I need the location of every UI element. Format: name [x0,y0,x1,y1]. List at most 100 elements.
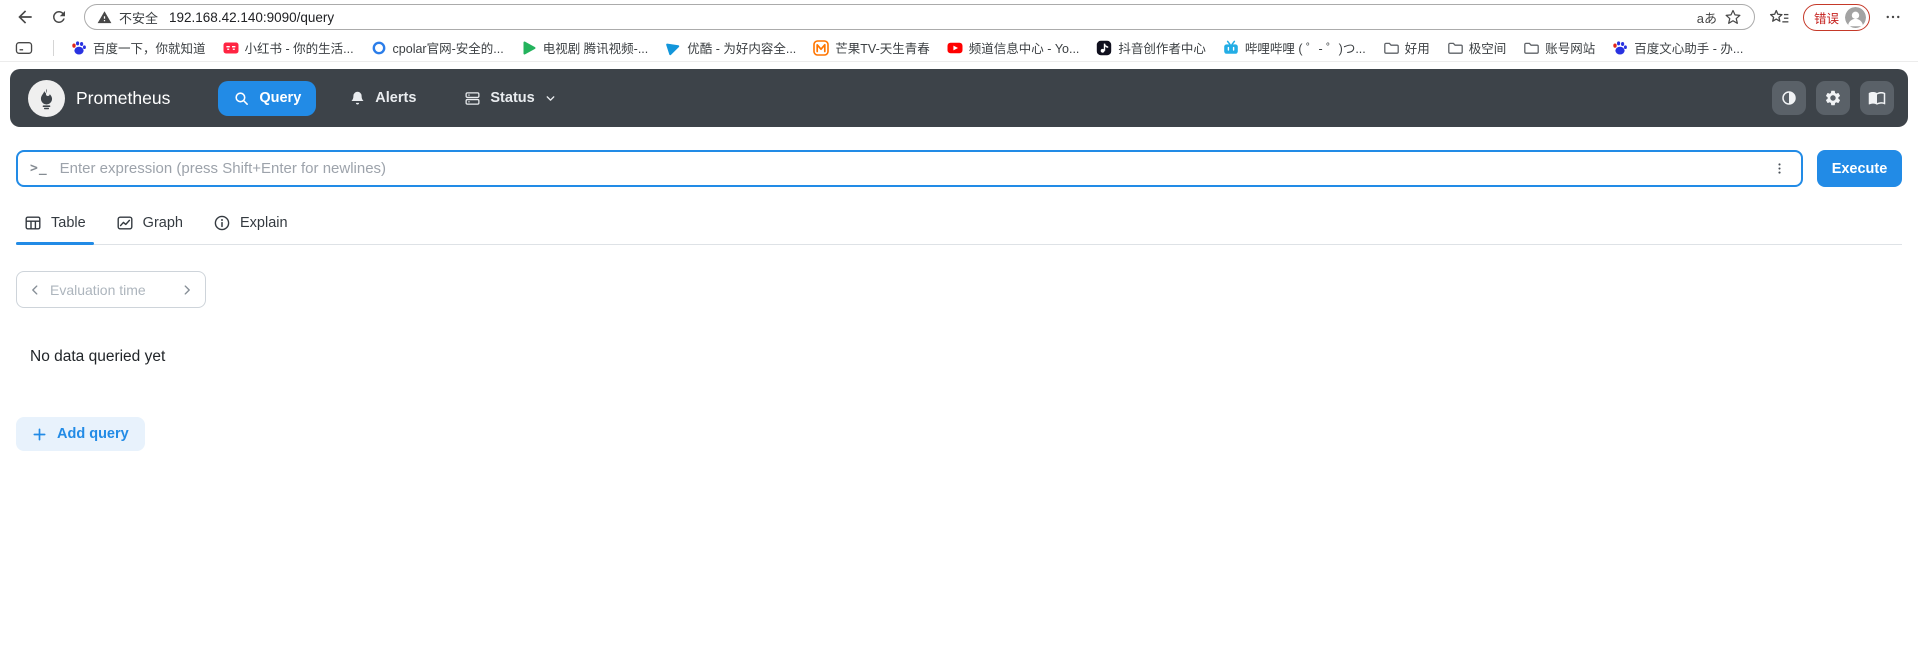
expression-input-wrapper[interactable]: >_ [16,150,1803,187]
bookmark-label: 电视剧 腾讯视频-... [543,38,649,57]
avatar [1845,7,1866,28]
bookmark-label: cpolar官网-安全的... [393,38,504,57]
douyin-note-icon [1096,40,1112,56]
refresh-icon [50,8,68,26]
nav-query-label: Query [259,90,301,106]
docs-button[interactable] [1860,81,1894,115]
bell-icon [349,90,366,107]
security-label: 不安全 [119,8,158,27]
bookmark-item[interactable]: 电视剧 腾讯视频-... [521,38,649,57]
bookmark-item[interactable]: 小红书 - 你的生活... [223,38,354,57]
folder-icon [1447,40,1463,56]
add-query-button[interactable]: Add query [16,417,145,451]
bookmark-label: 百度文心助手 - 办... [1634,38,1743,57]
back-arrow-icon [15,7,35,27]
add-query-label: Add query [57,426,129,442]
translate-icon[interactable]: aあ [1697,8,1717,27]
youku-play-icon [665,40,681,56]
baidu-paw-icon [71,40,87,56]
evaluation-time-back-button[interactable] [28,283,42,297]
bookmark-label: 极空间 [1469,38,1507,57]
tab-explain[interactable]: Explain [205,205,296,244]
bookmark-label: 百度一下，你就知道 [93,38,206,57]
chevron-down-icon [544,92,557,105]
bookmark-item[interactable]: 极空间 [1447,38,1507,57]
chevron-right-icon [180,283,194,297]
bilibili-tv-icon [1223,40,1239,56]
search-icon [233,90,250,107]
evaluation-time-input[interactable] [50,282,172,298]
contrast-icon [1780,89,1798,107]
nav-query[interactable]: Query [218,81,316,116]
favorites-hub-button[interactable] [1765,3,1795,31]
bookmark-item[interactable]: 抖音创作者中心 [1096,38,1206,57]
evaluation-time-picker[interactable] [16,271,206,308]
execute-button[interactable]: Execute [1817,150,1902,187]
nav-alerts[interactable]: Alerts [334,81,431,116]
graph-icon [116,214,134,232]
bookmark-label: 哔哩哔哩 ( ゜- ゜)つ... [1245,38,1366,57]
bookmark-label: 账号网站 [1545,38,1595,57]
browser-window: 不安全 192.168.42.140:9090/query aあ 错误 百度一下… [0,0,1918,646]
terminal-prompt-icon: >_ [30,161,48,176]
bookmark-label: 好用 [1405,38,1430,57]
sidebar-icon [15,40,33,56]
kebab-dots-icon [1772,160,1787,177]
nav-status[interactable]: Status [449,81,571,116]
bookmark-item[interactable]: 哔哩哔哩 ( ゜- ゜)つ... [1223,38,1366,57]
bookmark-item[interactable]: 百度一下，你就知道 [71,38,206,57]
baidu-paw-icon [1612,40,1628,56]
bookmark-item[interactable]: 频道信息中心 - Yo... [947,38,1080,57]
bookmark-item[interactable]: 百度文心助手 - 办... [1612,38,1743,57]
bookmark-label: 优酷 - 为好内容全... [687,38,796,57]
table-icon [24,214,42,232]
evaluation-time-forward-button[interactable] [180,283,194,297]
browser-toolbar: 不安全 192.168.42.140:9090/query aあ 错误 [0,0,1918,34]
settings-button[interactable] [1816,81,1850,115]
tencent-video-play-icon [521,40,537,56]
theme-toggle-button[interactable] [1772,81,1806,115]
tab-bar: Table Graph Explain [16,205,1902,245]
tab-table[interactable]: Table [16,205,94,244]
expression-input[interactable] [60,160,1770,177]
tab-table-label: Table [51,215,86,231]
refresh-button[interactable] [44,3,74,31]
folder-icon [1523,40,1539,56]
bookmark-label: 小红书 - 你的生活... [245,38,354,57]
bookmark-item[interactable]: 好用 [1383,38,1430,57]
favorites-list-icon [1769,7,1790,27]
tab-graph-label: Graph [143,215,183,231]
folder-icon [1383,40,1399,56]
favorite-star-icon[interactable] [1724,8,1742,26]
sidebar-toggle-button[interactable] [12,34,36,62]
mgtv-icon [813,40,829,56]
more-dots-icon [1884,8,1902,26]
navbar-actions [1772,81,1894,115]
prometheus-navbar: Prometheus Query Alerts Status [10,69,1908,127]
cpolar-ring-icon [371,40,387,56]
empty-state-message: No data queried yet [30,348,1918,366]
book-icon [1868,89,1886,107]
tab-graph[interactable]: Graph [108,205,191,244]
gear-icon [1824,89,1842,107]
bookmark-label: 频道信息中心 - Yo... [969,38,1080,57]
profile-button[interactable]: 错误 [1803,4,1870,31]
bookmark-item[interactable]: 优酷 - 为好内容全... [665,38,796,57]
bookmarks-bar: 百度一下，你就知道 小红书 - 你的生活... cpolar官网-安全的... … [0,34,1918,62]
brand[interactable]: Prometheus [28,80,170,117]
back-button[interactable] [10,3,40,31]
browser-menu-button[interactable] [1878,3,1908,31]
prometheus-page: Prometheus Query Alerts Status [0,69,1918,646]
bookmark-item[interactable]: 账号网站 [1523,38,1595,57]
bookmark-label: 芒果TV-天生青春 [835,38,929,57]
tab-explain-label: Explain [240,215,288,231]
bookmark-label: 抖音创作者中心 [1118,38,1206,57]
bookmark-item[interactable]: 芒果TV-天生青春 [813,38,929,57]
profile-error-label: 错误 [1814,8,1839,27]
security-warning-icon [97,10,112,25]
bookmarks-divider [53,40,54,56]
server-icon [464,90,481,107]
address-bar[interactable]: 不安全 192.168.42.140:9090/query aあ [84,4,1755,30]
bookmark-item[interactable]: cpolar官网-安全的... [371,38,504,57]
input-options-button[interactable] [1770,160,1789,177]
